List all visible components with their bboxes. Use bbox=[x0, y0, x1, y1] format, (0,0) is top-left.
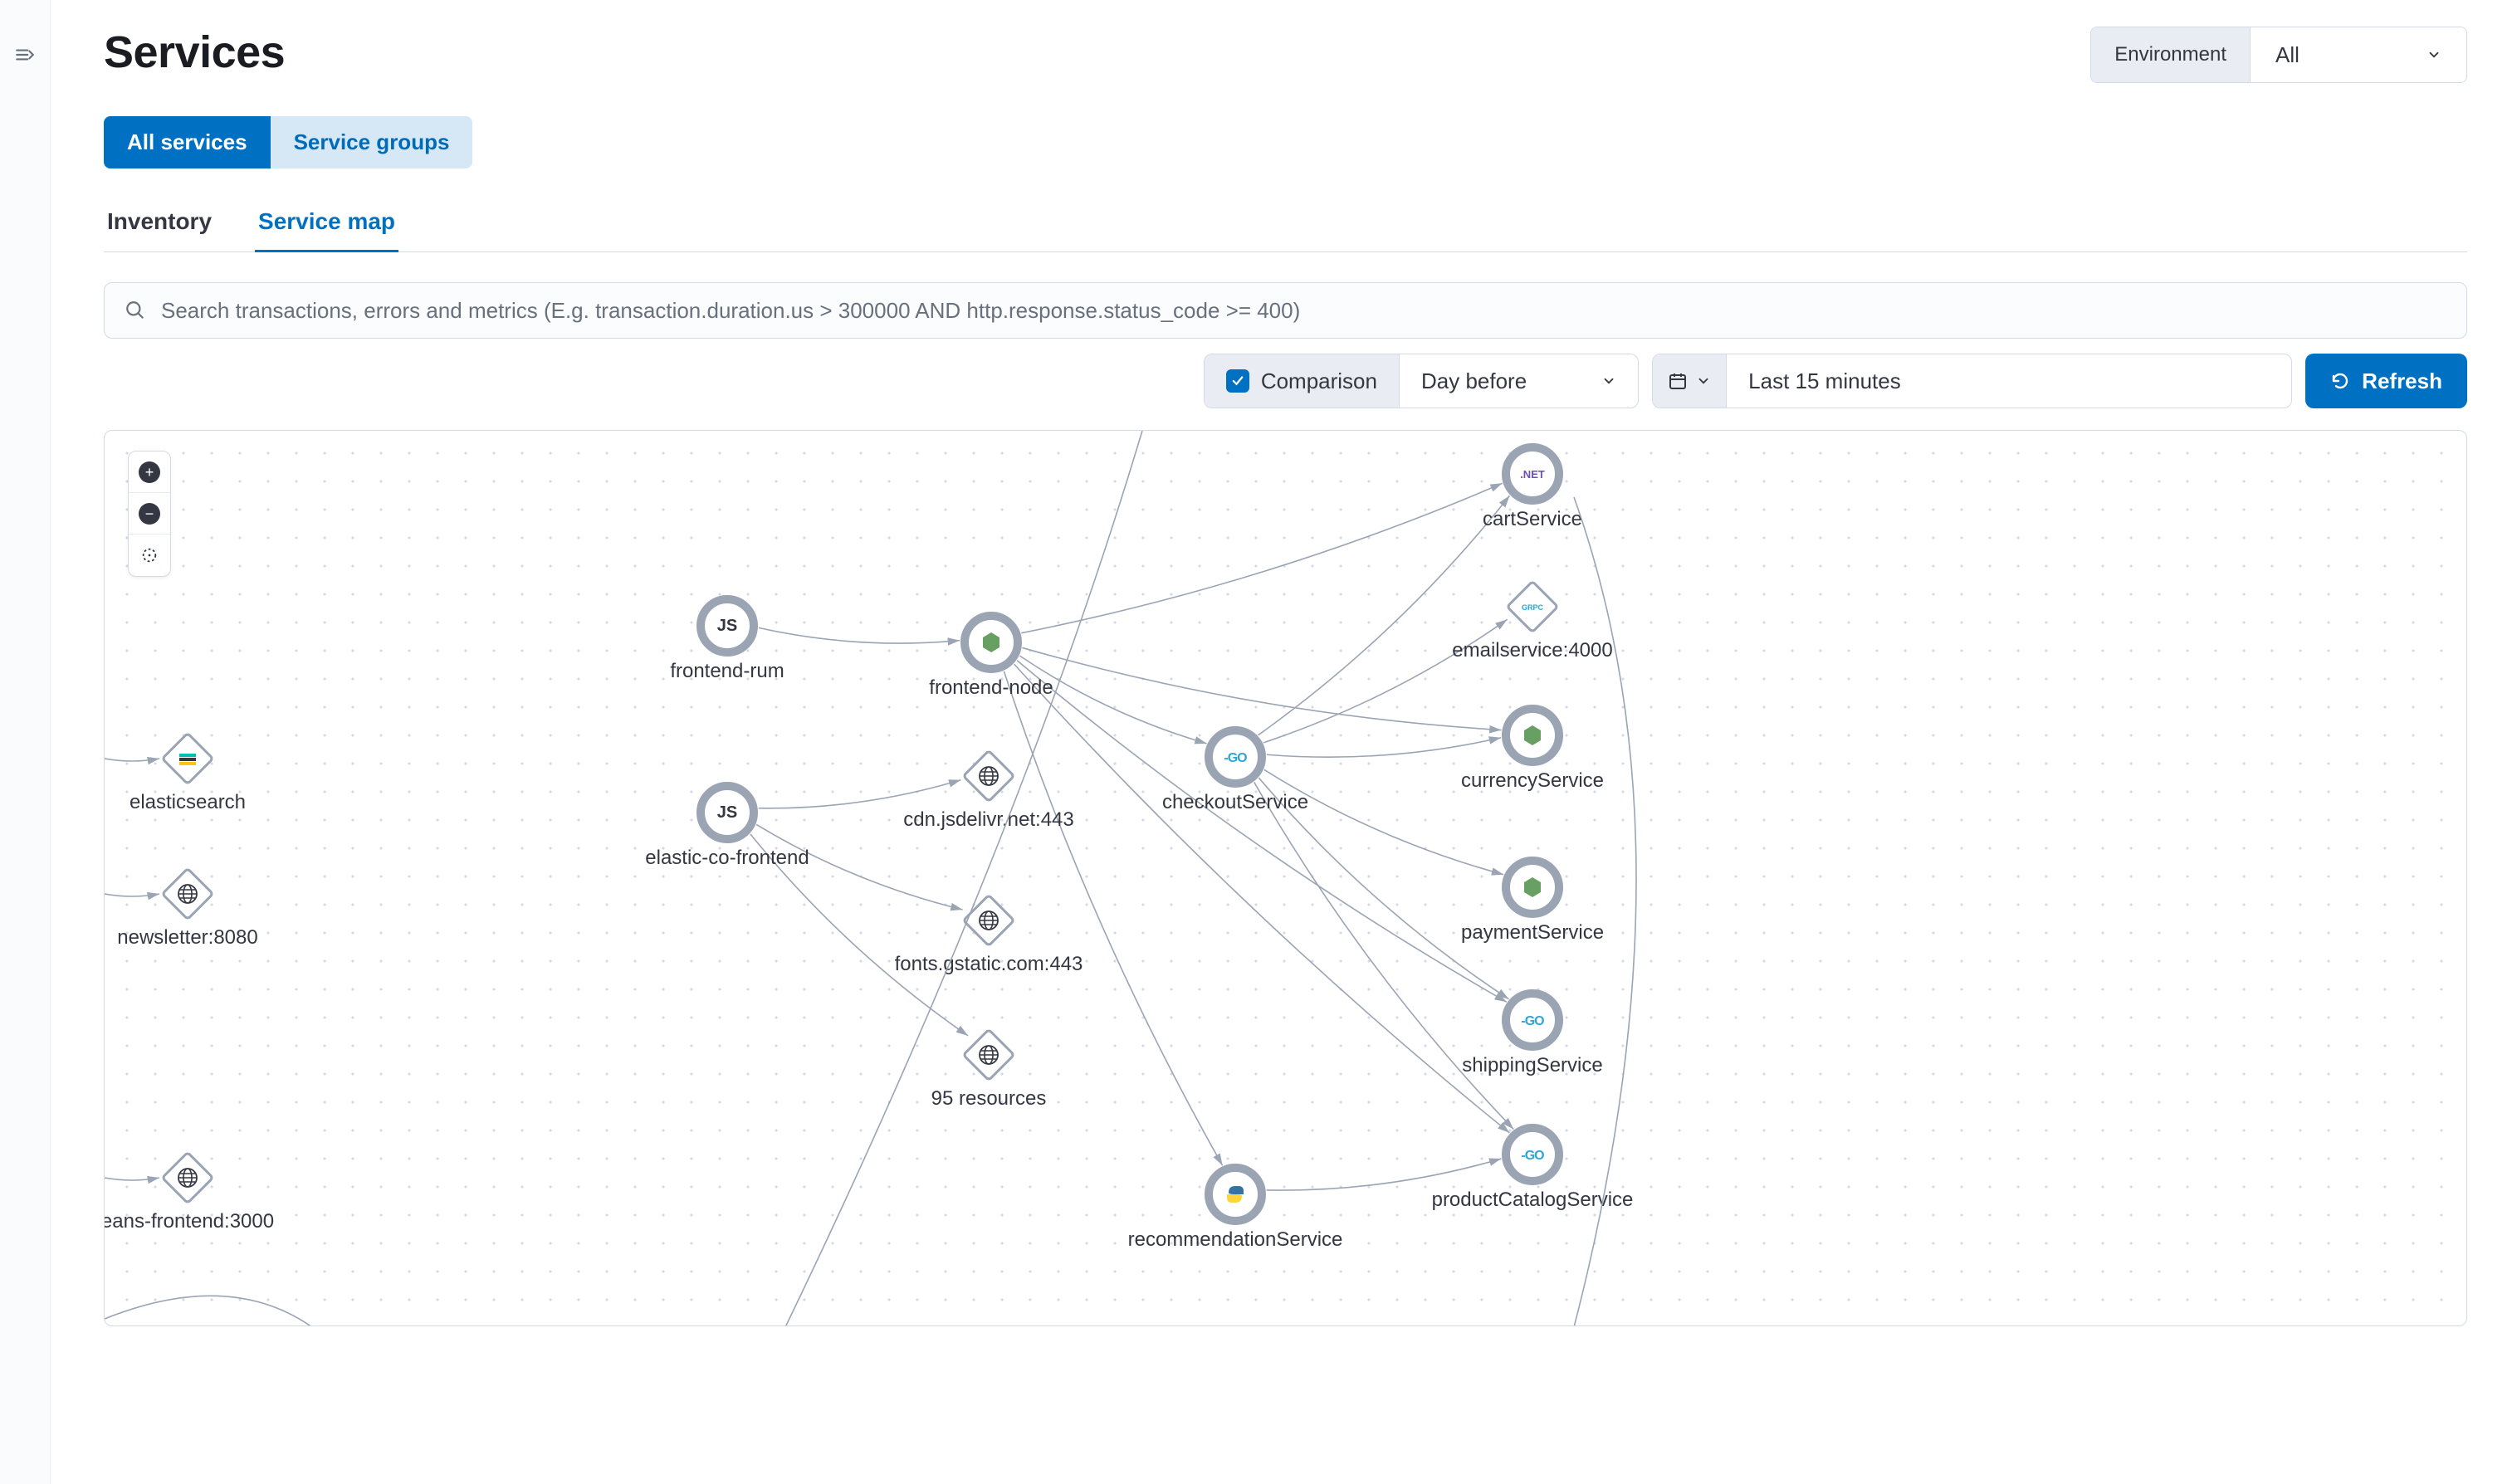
node-label: cartService bbox=[1483, 508, 1582, 530]
node-label: checkoutService bbox=[1162, 791, 1308, 813]
checkbox-checked-icon bbox=[1226, 369, 1249, 393]
svg-text:.NET: .NET bbox=[1520, 468, 1545, 481]
chevron-down-icon bbox=[1601, 373, 1616, 388]
node-label: elastic-co-frontend bbox=[645, 847, 809, 869]
svg-text:JS: JS bbox=[717, 803, 737, 822]
service-node-elastic_co_frontend[interactable]: JS elastic-co-frontend bbox=[645, 786, 809, 869]
time-range-picker: Last 15 minutes bbox=[1652, 354, 2292, 408]
service-node-shipping[interactable]: -GO shippingService bbox=[1462, 993, 1602, 1076]
svg-text:-GO: -GO bbox=[1224, 751, 1247, 765]
comparison-range-select[interactable]: Day before bbox=[1400, 354, 1638, 408]
service-node-currency[interactable]: currencyService bbox=[1461, 709, 1604, 792]
menu-expand-icon bbox=[14, 44, 36, 66]
node-label: cdn.jsdelivr.net:443 bbox=[903, 808, 1073, 831]
service-node-elasticsearch[interactable]: elasticsearch bbox=[130, 733, 246, 813]
service-node-frontend_node[interactable]: frontend-node bbox=[929, 616, 1053, 699]
svg-text:-GO: -GO bbox=[1521, 1149, 1544, 1163]
chevron-down-icon bbox=[1696, 373, 1711, 388]
search-icon bbox=[125, 300, 146, 321]
service-node-payment[interactable]: paymentService bbox=[1461, 861, 1604, 944]
node-label: shippingService bbox=[1462, 1054, 1602, 1076]
svg-text:GRPC: GRPC bbox=[1522, 603, 1544, 612]
node-label: frontend-rum bbox=[670, 660, 784, 682]
refresh-button[interactable]: Refresh bbox=[2305, 354, 2467, 408]
search-input[interactable] bbox=[161, 298, 2446, 324]
node-label: frontend-node bbox=[929, 676, 1053, 699]
services-segment-tabs: All services Service groups bbox=[104, 116, 472, 168]
service-node-eans_frontend[interactable]: eans-frontend:3000 bbox=[105, 1152, 274, 1233]
service-node-fonts_gstatic[interactable]: fonts.gstatic.com:443 bbox=[895, 895, 1083, 975]
subtab-service-map[interactable]: Service map bbox=[255, 208, 398, 252]
node-label: fonts.gstatic.com:443 bbox=[895, 953, 1083, 975]
chevron-down-icon bbox=[2427, 47, 2441, 62]
tab-service-groups[interactable]: Service groups bbox=[271, 116, 473, 168]
node-label: newsletter:8080 bbox=[117, 926, 257, 949]
service-node-emailservice[interactable]: GRPC emailservice:4000 bbox=[1452, 581, 1612, 661]
node-label: elasticsearch bbox=[130, 791, 246, 813]
service-node-newsletter[interactable]: newsletter:8080 bbox=[117, 868, 257, 949]
date-picker-button[interactable] bbox=[1653, 354, 1727, 408]
comparison-control: Comparison Day before bbox=[1204, 354, 1639, 408]
tab-all-services[interactable]: All services bbox=[104, 116, 271, 168]
service-node-frontend_rum[interactable]: JS frontend-rum bbox=[670, 599, 784, 682]
svg-text:JS: JS bbox=[717, 617, 737, 635]
svg-text:-GO: -GO bbox=[1521, 1014, 1544, 1028]
services-sub-tabs: Inventory Service map bbox=[104, 208, 2467, 252]
nav-expand-button[interactable] bbox=[13, 43, 37, 66]
subtab-inventory[interactable]: Inventory bbox=[104, 208, 215, 252]
node-label: 95 resources bbox=[931, 1087, 1047, 1110]
search-bar[interactable] bbox=[104, 282, 2467, 339]
service-node-recommendation[interactable]: recommendationService bbox=[1128, 1168, 1343, 1251]
calendar-icon bbox=[1668, 371, 1688, 391]
service-map-graph[interactable]: JS frontend-rum JS elastic-co-frontend elast… bbox=[105, 431, 2466, 1325]
environment-label: Environment bbox=[2091, 27, 2251, 82]
node-label: emailservice:4000 bbox=[1452, 639, 1612, 661]
service-node-resources_95[interactable]: 95 resources bbox=[931, 1029, 1047, 1110]
service-node-cart[interactable]: .NET cartService bbox=[1483, 447, 1582, 530]
page-title: Services bbox=[104, 27, 285, 78]
environment-selector[interactable]: Environment All bbox=[2090, 27, 2467, 83]
time-range-value[interactable]: Last 15 minutes bbox=[1727, 354, 2291, 408]
service-node-checkout[interactable]: -GO checkoutService bbox=[1162, 730, 1308, 813]
node-label: paymentService bbox=[1461, 921, 1604, 944]
node-label: eans-frontend:3000 bbox=[105, 1210, 274, 1233]
node-label: currencyService bbox=[1461, 769, 1604, 792]
environment-value[interactable]: All bbox=[2251, 27, 2466, 82]
comparison-toggle[interactable]: Comparison bbox=[1205, 354, 1400, 408]
refresh-icon bbox=[2330, 371, 2350, 391]
service-map-panel[interactable]: + − JSfrontend-rumJSelastic-co-frontende… bbox=[104, 430, 2467, 1326]
service-node-cdn_jsdelivr[interactable]: cdn.jsdelivr.net:443 bbox=[903, 750, 1073, 831]
node-label: recommendationService bbox=[1128, 1228, 1343, 1251]
